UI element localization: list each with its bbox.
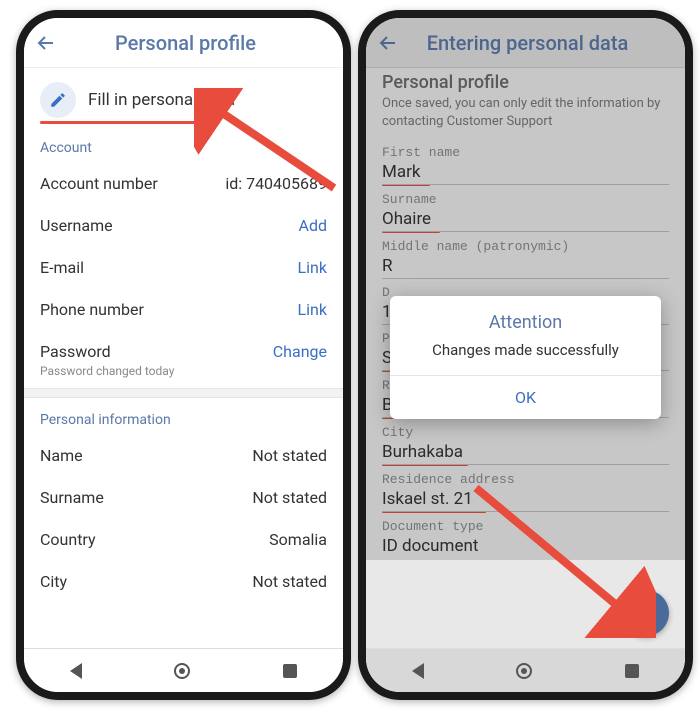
android-navbar bbox=[24, 648, 343, 692]
field-city[interactable]: City Burhakaba bbox=[366, 421, 685, 468]
nav-home-icon[interactable] bbox=[516, 663, 532, 679]
password-change-link[interactable]: Change bbox=[273, 342, 327, 361]
username-add-link[interactable]: Add bbox=[299, 216, 327, 235]
dimmed-content: Entering personal data Personal profile … bbox=[366, 18, 685, 560]
dialog-ok-button[interactable]: OK bbox=[390, 375, 661, 419]
row-email[interactable]: E-mail Link bbox=[24, 246, 343, 288]
first-name-label: First name bbox=[382, 145, 669, 160]
city-value[interactable]: Burhakaba bbox=[382, 440, 669, 465]
page-title: Entering personal data bbox=[380, 31, 675, 55]
middle-name-value[interactable]: R bbox=[382, 254, 669, 279]
row-username[interactable]: Username Add bbox=[24, 204, 343, 246]
nav-recent-icon[interactable] bbox=[625, 664, 639, 678]
android-navbar bbox=[366, 648, 685, 692]
annotation-underline bbox=[40, 121, 220, 124]
first-name-value[interactable]: Mark bbox=[382, 160, 669, 185]
phone-label: Phone number bbox=[40, 300, 144, 319]
city-value: Not stated bbox=[252, 572, 327, 591]
page-title: Personal profile bbox=[38, 31, 333, 55]
field-doctype[interactable]: Document type ID document bbox=[366, 515, 685, 560]
surname-value[interactable]: Ohaire bbox=[382, 207, 669, 232]
divider bbox=[24, 388, 343, 398]
doctype-value[interactable]: ID document bbox=[382, 534, 669, 558]
fill-personal-data-label: Fill in personal data bbox=[88, 90, 235, 110]
nav-recent-icon[interactable] bbox=[283, 664, 297, 678]
row-phone[interactable]: Phone number Link bbox=[24, 288, 343, 330]
password-label: Password bbox=[40, 342, 111, 361]
screen-left: Personal profile Fill in personal data A… bbox=[24, 18, 343, 692]
dialog-body: Changes made successfully bbox=[390, 341, 661, 359]
surname-label: Surname bbox=[382, 192, 669, 207]
pencil-icon bbox=[40, 82, 76, 118]
section-account: Account bbox=[24, 126, 343, 162]
header: Personal profile bbox=[24, 18, 343, 68]
address-value[interactable]: Iskael st. 21 bbox=[382, 487, 669, 512]
surname-label: Surname bbox=[40, 488, 104, 507]
country-label: Country bbox=[40, 530, 96, 549]
dialog-title: Attention bbox=[390, 312, 661, 333]
phone-link[interactable]: Link bbox=[298, 300, 327, 319]
nav-back-icon[interactable] bbox=[70, 663, 82, 679]
subheader: Personal profile bbox=[366, 68, 685, 93]
phone-left: Personal profile Fill in personal data A… bbox=[16, 10, 351, 700]
surname-value: Not stated bbox=[252, 488, 327, 507]
fill-personal-data-button[interactable]: Fill in personal data bbox=[24, 68, 343, 126]
name-value: Not stated bbox=[252, 446, 327, 465]
field-surname[interactable]: Surname Ohaire bbox=[366, 188, 685, 235]
password-sub: Password changed today bbox=[24, 364, 343, 388]
doctype-label: Document type bbox=[382, 519, 669, 534]
row-surname: Surname Not stated bbox=[24, 476, 343, 518]
middle-name-label: Middle name (patronymic) bbox=[382, 239, 669, 254]
email-label: E-mail bbox=[40, 258, 84, 277]
city-label: City bbox=[382, 425, 669, 440]
section-personal: Personal information bbox=[24, 398, 343, 434]
row-account-number: Account number id: 740405689 bbox=[24, 162, 343, 204]
row-name: Name Not stated bbox=[24, 434, 343, 476]
email-link[interactable]: Link bbox=[298, 258, 327, 277]
field-address[interactable]: Residence address Iskael st. 21 bbox=[366, 468, 685, 515]
check-icon bbox=[635, 602, 657, 624]
row-city: City Not stated bbox=[24, 560, 343, 602]
nav-home-icon[interactable] bbox=[174, 663, 190, 679]
city-label: City bbox=[40, 572, 67, 591]
username-label: Username bbox=[40, 216, 113, 235]
phone-right: Entering personal data Personal profile … bbox=[358, 10, 693, 700]
account-number-label: Account number bbox=[40, 174, 158, 193]
nav-back-icon[interactable] bbox=[412, 663, 424, 679]
row-country: Country Somalia bbox=[24, 518, 343, 560]
attention-dialog: Attention Changes made successfully OK bbox=[390, 296, 661, 419]
header: Entering personal data bbox=[366, 18, 685, 68]
field-first-name[interactable]: First name Mark bbox=[366, 141, 685, 188]
field-middle-name[interactable]: Middle name (patronymic) R bbox=[366, 235, 685, 281]
address-label: Residence address bbox=[382, 472, 669, 487]
info-note: Once saved, you can only edit the inform… bbox=[366, 93, 685, 141]
account-number-value: id: 740405689 bbox=[225, 174, 327, 193]
confirm-fab-button[interactable] bbox=[623, 590, 669, 636]
name-label: Name bbox=[40, 446, 83, 465]
country-value: Somalia bbox=[269, 530, 327, 549]
screen-right: Entering personal data Personal profile … bbox=[366, 18, 685, 692]
